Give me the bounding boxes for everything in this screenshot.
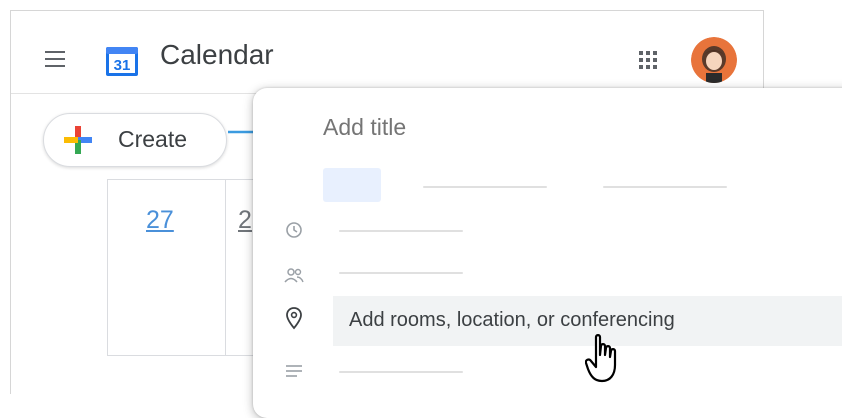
placeholder-line xyxy=(423,186,547,188)
app-header: 31 Calendar xyxy=(11,11,763,94)
location-placeholder: Add rooms, location, or conferencing xyxy=(349,309,675,331)
create-button-label: Create xyxy=(118,126,188,152)
clock-icon xyxy=(286,222,302,238)
grid-divider xyxy=(225,180,226,355)
create-button[interactable]: Create xyxy=(43,113,227,167)
placeholder-line xyxy=(603,186,727,188)
placeholder-line xyxy=(339,371,463,373)
app-title: Calendar xyxy=(160,39,274,70)
location-pin-icon xyxy=(286,307,302,330)
placeholder-line xyxy=(339,272,463,274)
hand-cursor-icon xyxy=(585,334,617,383)
calendar-logo-icon: 31 xyxy=(106,47,138,76)
event-dialog: Add rooms, location, or conferencing xyxy=(253,88,842,418)
plus-icon xyxy=(64,126,92,154)
date-chip[interactable] xyxy=(323,168,381,202)
event-title-input[interactable] xyxy=(323,114,743,141)
apps-grid-icon[interactable] xyxy=(637,49,659,71)
day-number-27[interactable]: 27 xyxy=(146,206,174,235)
description-icon xyxy=(286,365,302,377)
calendar-logo-day: 31 xyxy=(114,57,131,74)
placeholder-line xyxy=(339,230,463,232)
people-icon xyxy=(284,268,304,283)
day-number-28[interactable]: 28 xyxy=(238,206,252,235)
hamburger-menu-icon[interactable] xyxy=(45,51,65,67)
user-avatar[interactable] xyxy=(691,37,737,83)
